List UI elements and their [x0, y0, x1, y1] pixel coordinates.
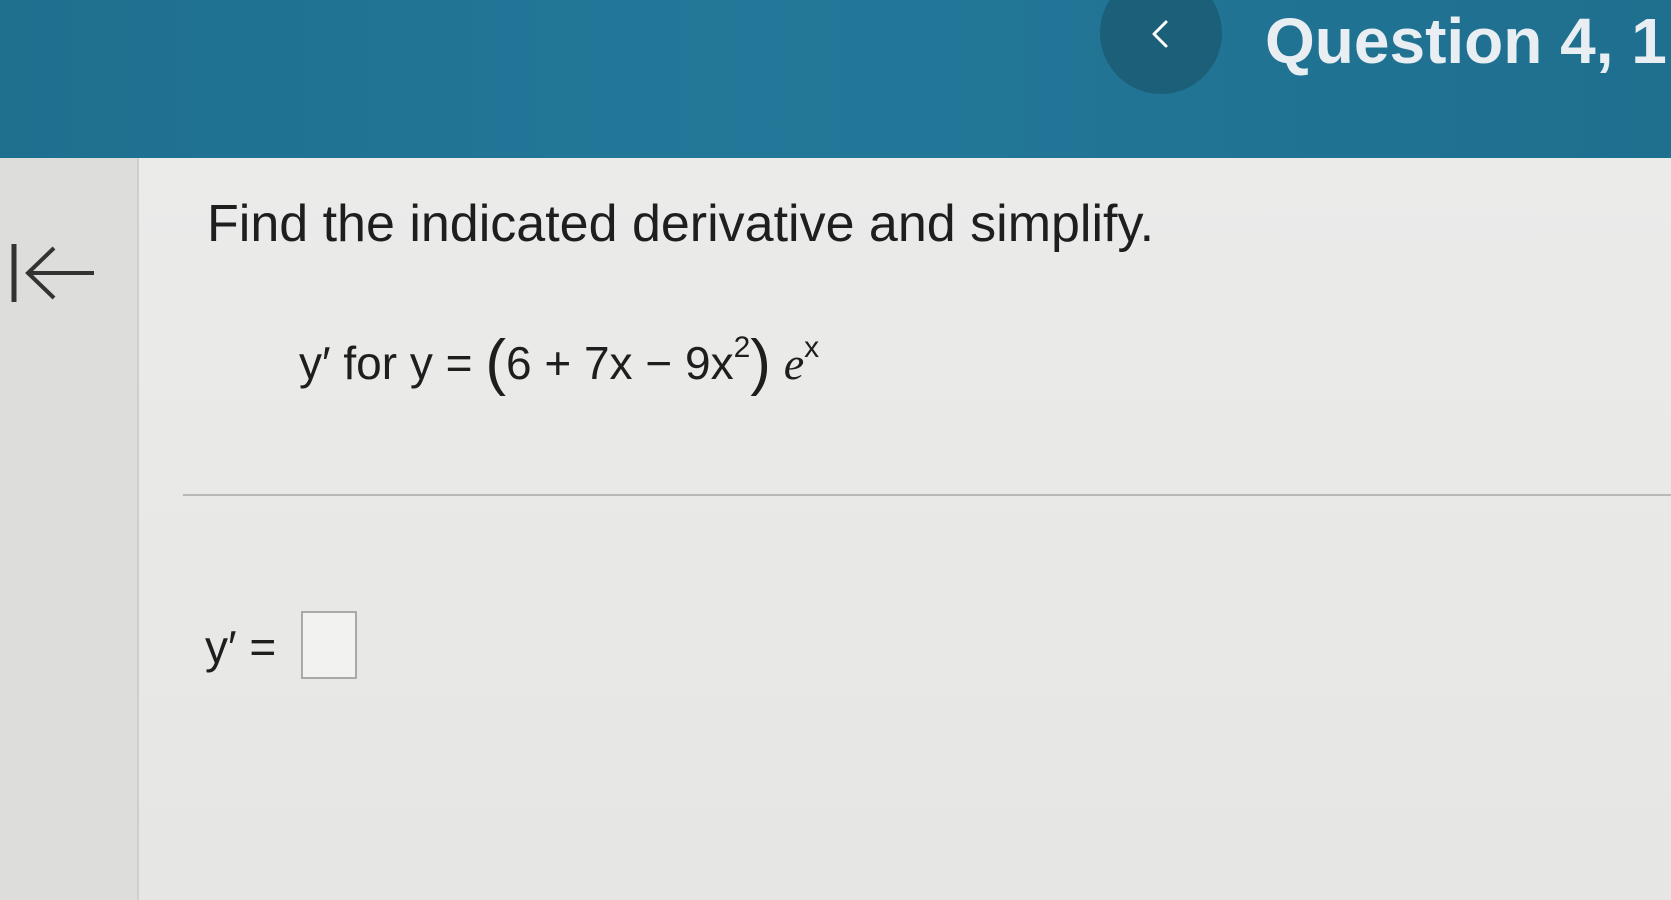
y-variable: y [409, 337, 433, 389]
open-paren: ( [485, 328, 506, 397]
left-rail [0, 158, 139, 900]
y-prime-label: y′ [299, 337, 331, 389]
answer-input-box[interactable] [301, 611, 357, 679]
arrow-left-to-bar-icon[interactable] [8, 238, 98, 308]
question-content: Find the indicated derivative and simpli… [139, 158, 1671, 900]
instruction-text: Find the indicated derivative and simpli… [207, 195, 1155, 253]
divider-line [183, 494, 1671, 496]
e-exponent: x [804, 331, 820, 364]
previous-question-button[interactable] [1100, 0, 1222, 94]
equals-sign: = [445, 337, 473, 389]
for-word: for [343, 337, 398, 389]
close-paren: ) [750, 328, 771, 397]
header-bar: Question 4, 1 [0, 0, 1671, 158]
problem-statement: y′ for y = (6 + 7x − 9x2) ex [299, 323, 820, 397]
question-title: Question 4, 1 [1265, 5, 1667, 77]
euler-e: e [783, 338, 805, 389]
chevron-left-icon [1152, 20, 1168, 48]
answer-label: y′ = [205, 621, 277, 673]
polynomial-terms: 6 + 7x − 9x [505, 337, 734, 389]
exponent-two: 2 [733, 331, 751, 364]
